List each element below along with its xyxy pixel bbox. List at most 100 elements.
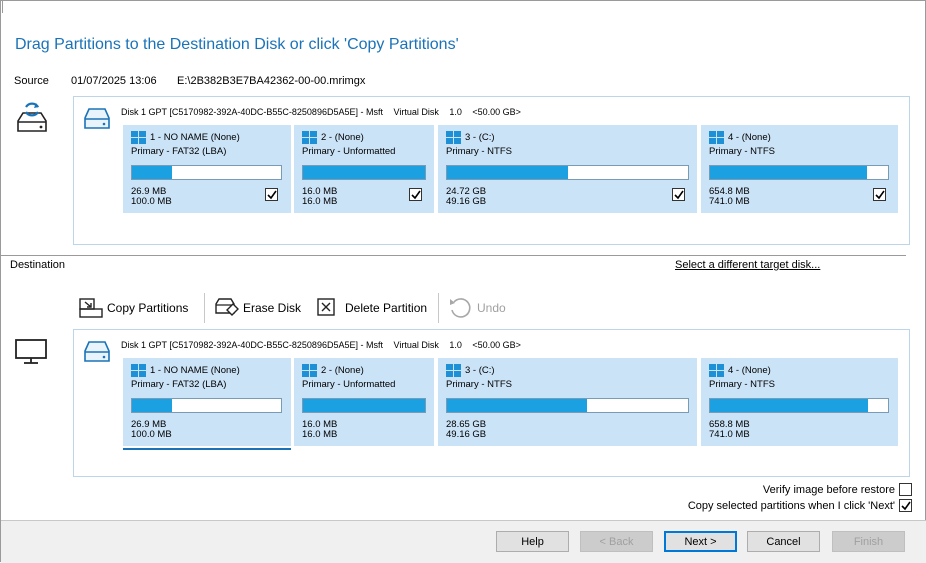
source-date: 01/07/2025 13:06 <box>71 75 157 87</box>
disk-version: 1.0 <box>449 340 462 350</box>
partition-name: 1 - NO NAME (None) <box>150 365 240 376</box>
destination-toolbar: Copy Partitions Erase Disk Delete Partit… <box>77 293 537 323</box>
undo-button[interactable]: Undo <box>447 293 506 323</box>
destination-partition-4[interactable]: 4 - (None) Primary - NTFS 658.8 MB 741.0… <box>701 358 898 446</box>
section-divider <box>1 255 906 256</box>
verify-option[interactable]: Verify image before restore <box>763 483 912 496</box>
partition-usage-bar <box>302 165 426 180</box>
total-size: 741.0 MB <box>709 196 750 207</box>
disk-version: 1.0 <box>449 107 462 117</box>
partition-usage-bar <box>131 398 282 413</box>
partition-type: Primary - Unformatted <box>302 379 396 390</box>
destination-partition-3[interactable]: 3 - (C:) Primary - NTFS 28.65 GB 49.16 G… <box>438 358 697 446</box>
windows-logo-icon <box>446 131 461 144</box>
source-partition-3[interactable]: 3 - (C:) Primary - NTFS 24.72 GB 49.16 G… <box>438 125 697 213</box>
total-size: 100.0 MB <box>131 196 172 207</box>
destination-label: Destination <box>10 259 66 271</box>
undo-icon <box>447 296 473 320</box>
partition-checkbox[interactable] <box>873 188 886 201</box>
partition-type: Primary - NTFS <box>709 146 775 157</box>
source-partition-4[interactable]: 4 - (None) Primary - NTFS 654.8 MB 741.0… <box>701 125 898 213</box>
usage-fill <box>303 399 425 412</box>
windows-logo-icon <box>131 364 146 377</box>
partition-usage-bar <box>446 165 689 180</box>
partition-name: 4 - (None) <box>728 132 771 143</box>
help-button[interactable]: Help <box>496 531 569 552</box>
partition-name: 3 - (C:) <box>465 365 495 376</box>
partition-name: 3 - (C:) <box>465 132 495 143</box>
total-size: 16.0 MB <box>302 196 338 207</box>
partition-sizes: 28.65 GB 49.16 GB <box>446 420 486 440</box>
destination-disk-panel: Disk 1 GPT [C5170982-392A-40DC-B55C-8250… <box>73 329 910 477</box>
copy-partitions-button[interactable]: Copy Partitions <box>77 293 188 323</box>
verify-checkbox[interactable] <box>899 483 912 496</box>
partition-checkbox[interactable] <box>672 188 685 201</box>
partition-usage-bar <box>446 398 689 413</box>
partition-name: 2 - (None) <box>321 365 364 376</box>
destination-partition-2[interactable]: 2 - (None) Primary - Unformatted 16.0 MB… <box>294 358 434 446</box>
total-size: 16.0 MB <box>302 429 338 440</box>
disk-name: Disk 1 GPT [C5170982-392A-40DC-B55C-8250… <box>121 340 383 350</box>
disk-drive-icon <box>82 105 112 133</box>
partition-sizes: 16.0 MB 16.0 MB <box>302 420 337 440</box>
erase-disk-button[interactable]: Erase Disk <box>213 293 301 323</box>
windows-logo-icon <box>709 364 724 377</box>
source-label: Source <box>14 75 49 87</box>
partition-usage-bar <box>302 398 426 413</box>
copy-selected-option[interactable]: Copy selected partitions when I click 'N… <box>688 499 912 512</box>
total-size: 741.0 MB <box>709 429 750 440</box>
partition-checkbox[interactable] <box>409 188 422 201</box>
usage-fill <box>710 399 869 412</box>
partition-type: Primary - FAT32 (LBA) <box>131 379 227 390</box>
window-edge <box>1 1 3 13</box>
total-size: 49.16 GB <box>446 429 487 440</box>
usage-fill <box>447 166 568 179</box>
wizard-footer: Help < Back Next > Cancel Finish <box>1 520 926 563</box>
delete-partition-icon <box>315 296 341 320</box>
cancel-button[interactable]: Cancel <box>747 531 820 552</box>
partition-name: 4 - (None) <box>728 365 771 376</box>
disk-size: <50.00 GB> <box>472 340 521 350</box>
delete-partition-label: Delete Partition <box>345 301 428 315</box>
select-target-disk-link[interactable]: Select a different target disk... <box>675 259 820 271</box>
total-size: 49.16 GB <box>446 196 487 207</box>
disk-name: Disk 1 GPT [C5170982-392A-40DC-B55C-8250… <box>121 107 383 117</box>
partition-usage-bar <box>709 165 889 180</box>
partition-type: Primary - Unformatted <box>302 146 396 157</box>
partition-usage-bar <box>131 165 282 180</box>
source-disk-header: Disk 1 GPT [C5170982-392A-40DC-B55C-8250… <box>121 107 529 117</box>
partition-sizes: 658.8 MB 741.0 MB <box>709 420 750 440</box>
source-partition-1[interactable]: 1 - NO NAME (None) Primary - FAT32 (LBA)… <box>123 125 291 213</box>
partition-sizes: 16.0 MB 16.0 MB <box>302 187 337 207</box>
total-size: 100.0 MB <box>131 429 172 440</box>
partition-type: Primary - NTFS <box>446 379 512 390</box>
source-disk-panel: Disk 1 GPT [C5170982-392A-40DC-B55C-8250… <box>73 96 910 245</box>
usage-fill <box>710 166 867 179</box>
windows-logo-icon <box>302 364 317 377</box>
copy-selected-checkbox[interactable] <box>899 499 912 512</box>
windows-logo-icon <box>709 131 724 144</box>
usage-fill <box>447 399 587 412</box>
image-file-icon <box>14 101 50 135</box>
restore-wizard-window: Drag Partitions to the Destination Disk … <box>0 0 926 563</box>
verify-label: Verify image before restore <box>762 483 895 496</box>
windows-logo-icon <box>446 364 461 377</box>
destination-partition-1[interactable]: 1 - NO NAME (None) Primary - FAT32 (LBA)… <box>123 358 291 450</box>
monitor-icon <box>14 338 48 366</box>
partition-checkbox[interactable] <box>265 188 278 201</box>
disk-size: <50.00 GB> <box>472 107 521 117</box>
usage-fill <box>132 166 173 179</box>
page-title: Drag Partitions to the Destination Disk … <box>15 36 459 53</box>
partition-name: 2 - (None) <box>321 132 364 143</box>
windows-logo-icon <box>131 131 146 144</box>
partition-name: 1 - NO NAME (None) <box>150 132 240 143</box>
copy-selected-label: Copy selected partitions when I click 'N… <box>687 499 895 512</box>
partition-type: Primary - FAT32 (LBA) <box>131 146 227 157</box>
source-partition-2[interactable]: 2 - (None) Primary - Unformatted 16.0 MB… <box>294 125 434 213</box>
finish-button[interactable]: Finish <box>832 531 905 552</box>
next-button[interactable]: Next > <box>664 531 737 552</box>
undo-label: Undo <box>477 301 506 315</box>
back-button[interactable]: < Back <box>580 531 653 552</box>
delete-partition-button[interactable]: Delete Partition <box>315 293 427 323</box>
erase-disk-label: Erase Disk <box>243 301 302 315</box>
